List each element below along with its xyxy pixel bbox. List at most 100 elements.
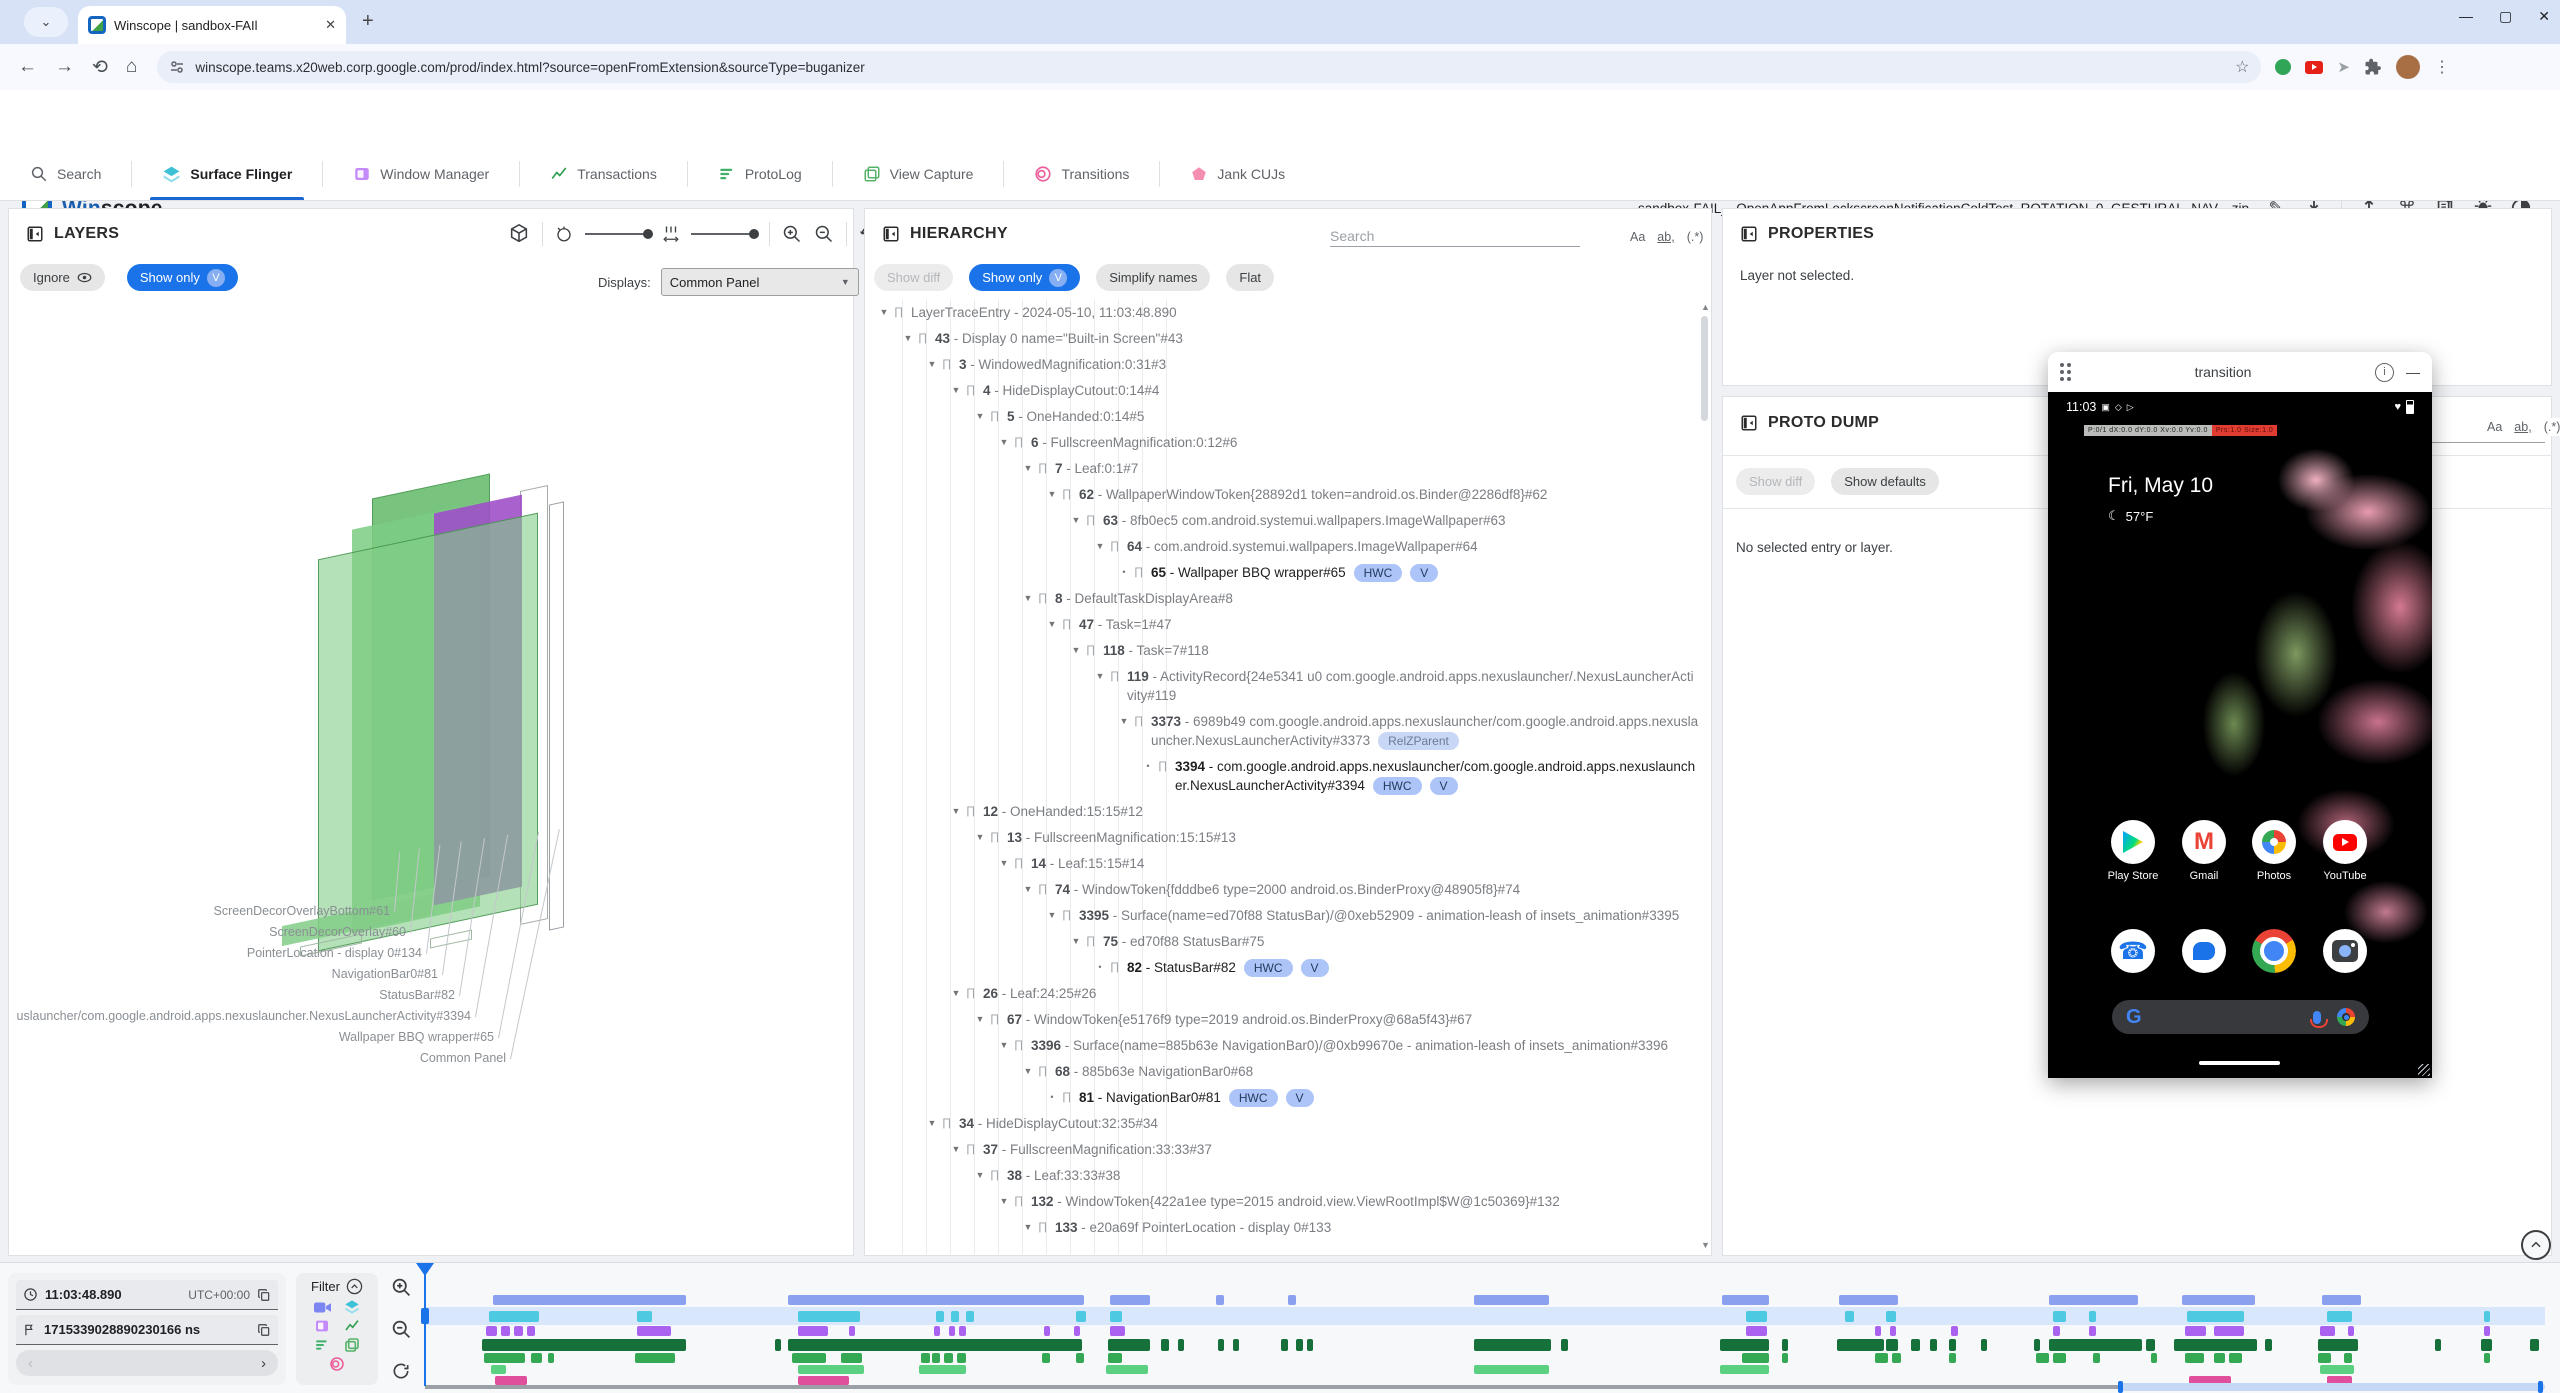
pin-icon[interactable]: ∏ — [990, 1166, 1007, 1185]
show-only-chip[interactable]: Show onlyV — [127, 264, 238, 291]
window-manager-track-segment[interactable] — [1044, 1326, 1050, 1336]
protolog-track-segment[interactable] — [484, 1353, 524, 1363]
expand-arrow-icon[interactable]: ▼ — [1018, 1218, 1038, 1237]
transactions-track-segment[interactable] — [775, 1339, 781, 1351]
hierarchy-node[interactable]: ▼∏67 - WindowToken{e5176f9 type=2019 and… — [866, 1007, 1710, 1033]
timestamp-field[interactable]: 11:03:48.890 UTC+00:00 — [16, 1280, 278, 1310]
pin-icon[interactable]: ∏ — [1038, 880, 1055, 899]
timeline-zoom-out-icon[interactable] — [391, 1319, 412, 1340]
window-maximize-icon[interactable]: ▢ — [2499, 8, 2512, 25]
transactions-track-segment[interactable] — [1281, 1339, 1287, 1351]
transitions-track-segment[interactable] — [2322, 1295, 2360, 1305]
window-manager-track-segment[interactable] — [849, 1326, 855, 1336]
transitions-track-segment[interactable] — [2182, 1295, 2254, 1305]
pin-icon[interactable]: ∏ — [942, 1114, 959, 1133]
transactions-track-segment[interactable] — [788, 1339, 1083, 1351]
transitions-track-segment[interactable] — [1288, 1295, 1296, 1305]
surface-flinger-track-segment[interactable] — [966, 1311, 974, 1322]
protolog-track-segment[interactable] — [932, 1353, 940, 1363]
transactions-track-segment[interactable] — [1561, 1339, 1567, 1351]
transactions-track-segment[interactable] — [2049, 1339, 2142, 1351]
pin-icon[interactable]: ∏ — [1110, 537, 1127, 556]
transactions-track-segment[interactable] — [1296, 1339, 1302, 1351]
hierarchy-node[interactable]: ▼∏7 - Leaf:0:1#7 — [866, 456, 1710, 482]
drag-handle-icon[interactable] — [2060, 363, 2071, 381]
browser-tab[interactable]: Winscope | sandbox-FAIl ✕ — [78, 6, 346, 44]
protolog-track-segment[interactable] — [1782, 1353, 1788, 1363]
transactions-track-segment[interactable] — [482, 1339, 686, 1351]
protolog-track-segment[interactable] — [2053, 1353, 2066, 1363]
hierarchy-node[interactable]: •∏82 - StatusBar#82HWCV — [866, 955, 1710, 981]
hierarchy-node[interactable]: ▼∏3373 - 6989b49 com.google.android.apps… — [866, 709, 1710, 754]
tab-close-icon[interactable]: ✕ — [325, 17, 336, 33]
window-manager-track-segment[interactable] — [1746, 1326, 1767, 1336]
pin-icon[interactable]: ∏ — [1158, 757, 1175, 776]
match-case-icon[interactable]: Aa — [1630, 230, 1645, 244]
pin-icon[interactable]: ∏ — [1062, 1088, 1079, 1107]
expand-arrow-icon[interactable]: ▼ — [1066, 641, 1086, 660]
pin-icon[interactable]: ∏ — [990, 828, 1007, 847]
transactions-track-segment[interactable] — [2435, 1339, 2441, 1351]
app-play-store[interactable]: Play Store — [2101, 820, 2165, 882]
timeline-zoom-range[interactable] — [2120, 1383, 2545, 1391]
protolog-track-segment[interactable] — [635, 1353, 675, 1363]
hierarchy-node[interactable]: ▼∏5 - OneHanded:0:14#5 — [866, 404, 1710, 430]
tab-window-manager[interactable]: Window Manager — [323, 148, 519, 200]
transactions-icon[interactable] — [344, 1318, 360, 1334]
transactions-track-segment[interactable] — [2174, 1339, 2257, 1351]
pin-icon[interactable]: ∏ — [1062, 485, 1079, 504]
app-chrome[interactable] — [2242, 929, 2306, 973]
transactions-track-segment[interactable] — [1218, 1339, 1224, 1351]
window-manager-track-segment[interactable] — [1875, 1326, 1881, 1336]
tab-protolog[interactable]: ProtoLog — [688, 148, 832, 200]
expand-arrow-icon[interactable]: ▼ — [970, 407, 990, 426]
hierarchy-node[interactable]: ▼∏LayerTraceEntry - 2024-05-10, 11:03:48… — [866, 300, 1710, 326]
hierarchy-node[interactable]: ▼∏133 - e20a69f PointerLocation - displa… — [866, 1215, 1710, 1241]
pin-icon[interactable]: ∏ — [1014, 1036, 1031, 1055]
expand-arrow-icon[interactable]: ▼ — [1114, 712, 1134, 731]
tab-view-capture[interactable]: View Capture — [833, 148, 1004, 200]
pin-icon[interactable]: ∏ — [1014, 1192, 1031, 1211]
view-capture-track-segment[interactable] — [491, 1365, 506, 1374]
timeline-filter[interactable]: Filter — [296, 1273, 378, 1385]
expand-arrow-icon[interactable]: ▼ — [1018, 880, 1038, 899]
view-capture-track-segment[interactable] — [919, 1365, 966, 1374]
protolog-track-segment[interactable] — [1042, 1353, 1050, 1363]
match-case-icon[interactable]: Aa — [2487, 420, 2502, 434]
match-word-icon[interactable]: ab, — [1657, 230, 1674, 244]
transitions-track-segment[interactable] — [1474, 1295, 1548, 1305]
surface-flinger-track-segment[interactable] — [1110, 1311, 1123, 1322]
transitions-track-segment[interactable] — [2049, 1295, 2138, 1305]
surface-flinger-icon[interactable] — [344, 1299, 360, 1315]
transactions-track-segment[interactable] — [1233, 1339, 1239, 1351]
app-messages[interactable] — [2172, 929, 2236, 973]
pin-icon[interactable]: ∏ — [990, 1010, 1007, 1029]
transitions-track-segment[interactable] — [1839, 1295, 1898, 1305]
protolog-track-segment[interactable] — [2318, 1353, 2331, 1363]
pin-icon[interactable]: ∏ — [1014, 433, 1031, 452]
protolog-track-segment[interactable] — [548, 1353, 554, 1363]
expand-arrow-icon[interactable]: ▼ — [1090, 667, 1110, 686]
transitions-track-segment[interactable] — [1722, 1295, 1769, 1305]
window-manager-track-segment[interactable] — [1110, 1326, 1125, 1336]
copy-icon[interactable] — [257, 1288, 271, 1302]
expand-arrow-icon[interactable]: ▼ — [1018, 589, 1038, 608]
protolog-track-segment[interactable] — [2036, 1353, 2049, 1363]
protolog-track-segment[interactable] — [1108, 1353, 1123, 1363]
pin-icon[interactable]: ∏ — [966, 802, 983, 821]
zoom-out-icon[interactable] — [814, 224, 834, 244]
hierarchy-node[interactable]: •∏81 - NavigationBar0#81HWCV — [866, 1085, 1710, 1111]
window-manager-track-segment[interactable] — [514, 1326, 522, 1336]
tab-transactions[interactable]: Transactions — [520, 148, 687, 200]
expand-timeline-button[interactable] — [2521, 1230, 2551, 1260]
show-defaults-chip[interactable]: Show defaults — [1831, 468, 1939, 495]
timeline-scroll-track[interactable] — [425, 1385, 2120, 1389]
transitions-track-segment[interactable] — [788, 1295, 1085, 1305]
tab-transitions[interactable]: Transitions — [1004, 148, 1159, 200]
pin-icon[interactable]: ∏ — [1062, 615, 1079, 634]
pin-icon[interactable]: ∏ — [966, 984, 983, 1003]
expand-arrow-icon[interactable]: ▼ — [994, 433, 1014, 452]
app-phone[interactable]: ☎ — [2101, 929, 2165, 973]
hierarchy-node[interactable]: ▼∏13 - FullscreenMagnification:15:15#13 — [866, 825, 1710, 851]
zoom-in-icon[interactable] — [782, 224, 802, 244]
